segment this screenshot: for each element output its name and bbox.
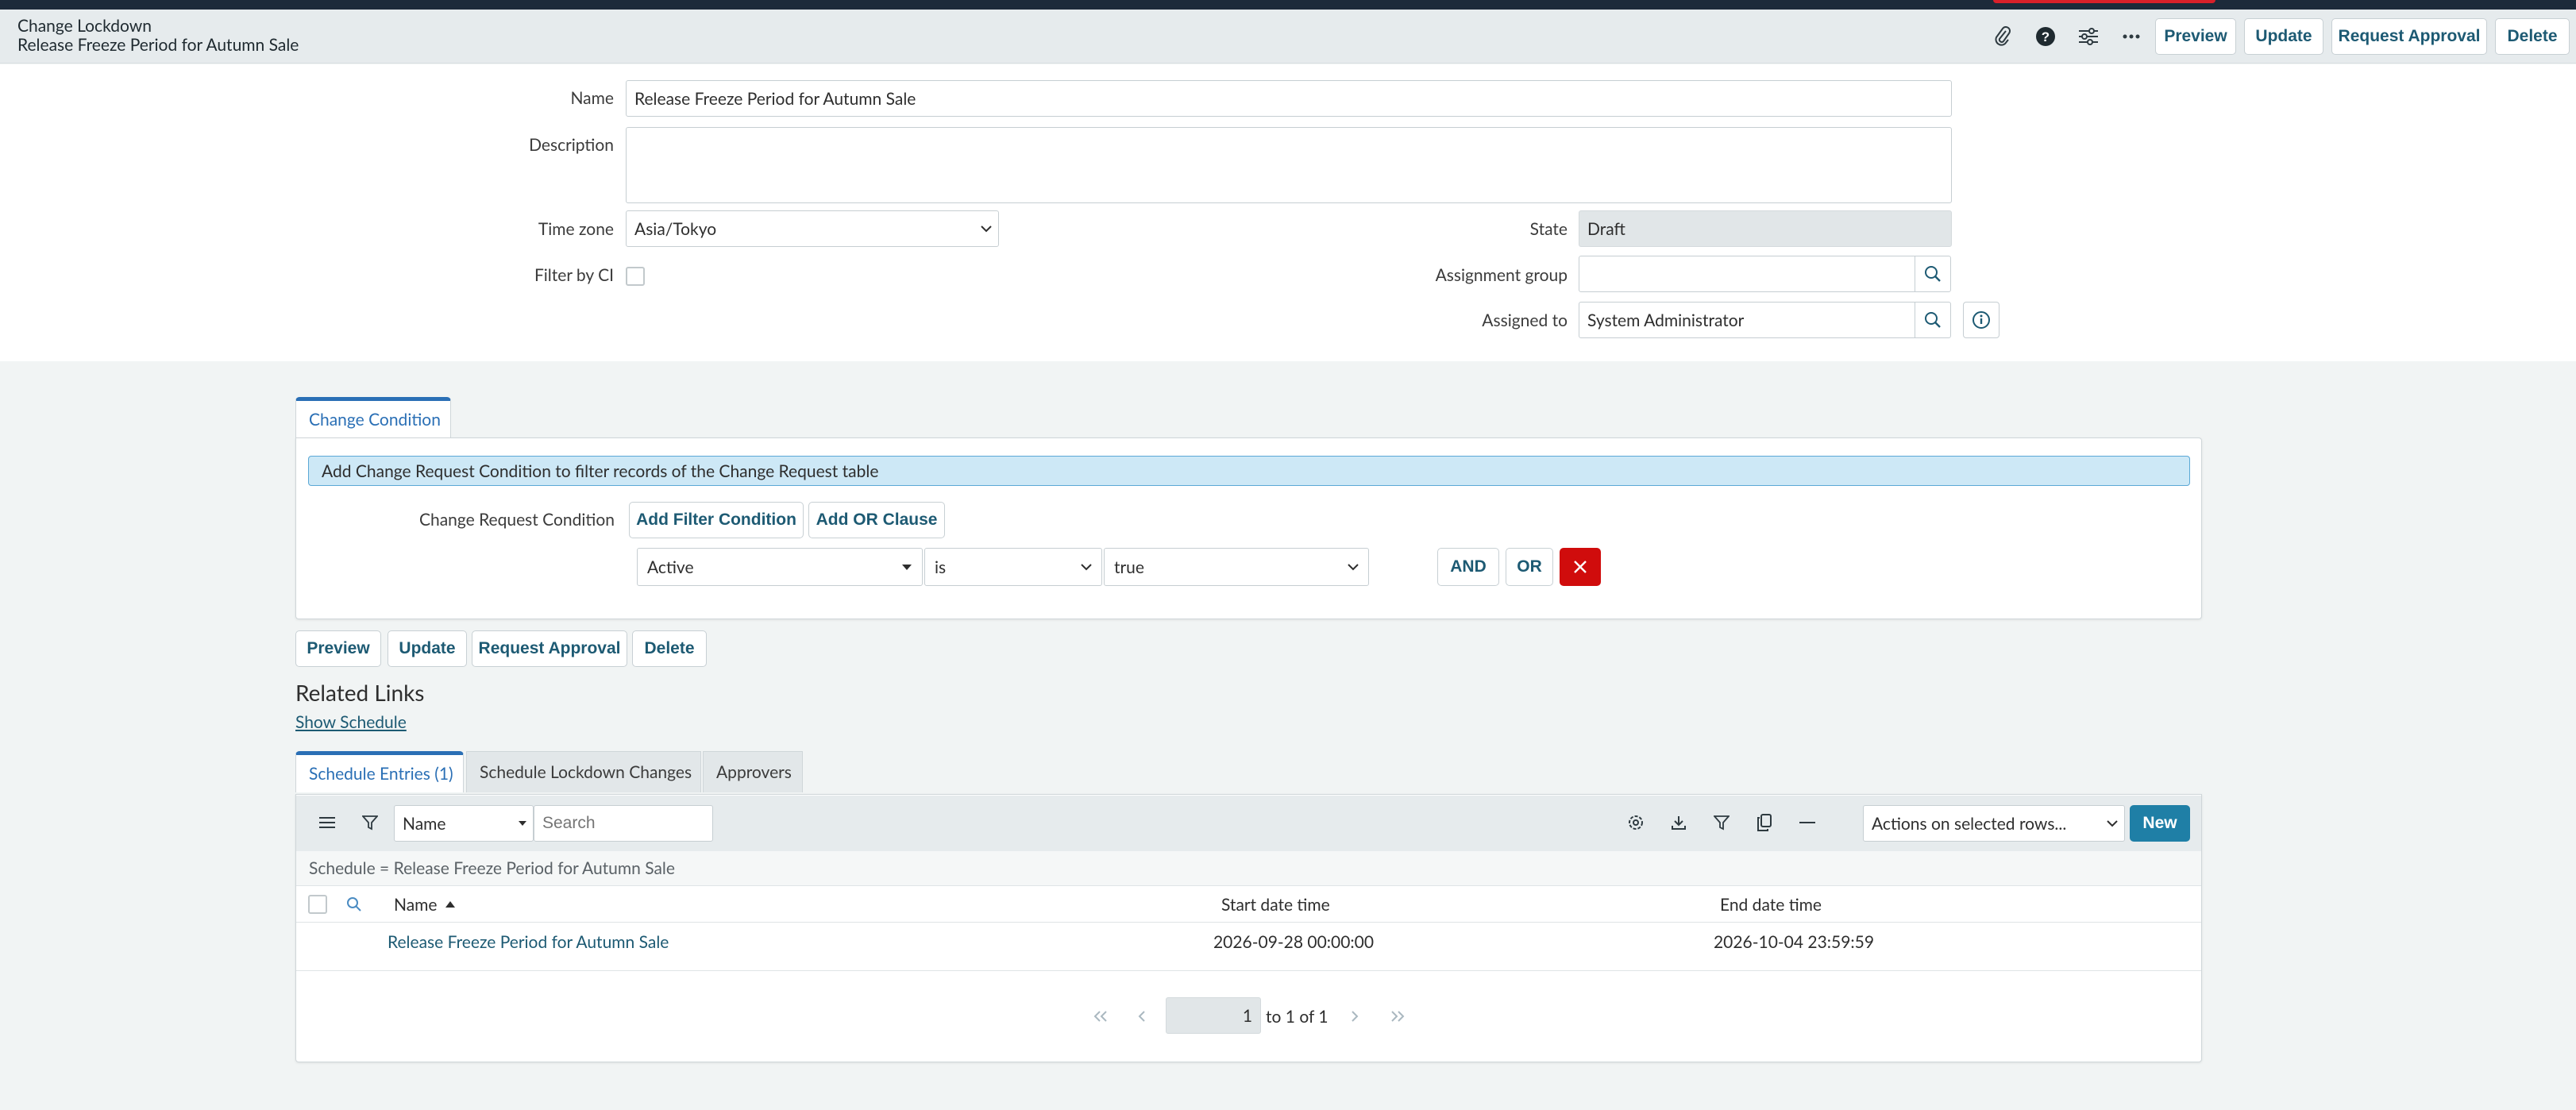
search-icon xyxy=(1925,266,1941,282)
filter-by-ci-checkbox[interactable] xyxy=(626,267,645,286)
list-menu-icon[interactable] xyxy=(313,808,341,837)
header-preview-button[interactable]: Preview xyxy=(2155,18,2236,55)
nav-accent-bar xyxy=(1993,0,2215,3)
or-button[interactable]: OR xyxy=(1506,548,1553,586)
actions-select[interactable]: Actions on selected rows... xyxy=(1863,805,2125,842)
row-divider xyxy=(296,970,2201,971)
assigned-to-lookup-button[interactable] xyxy=(1915,302,1951,338)
header-request-approval-button[interactable]: Request Approval xyxy=(2331,18,2487,55)
filter-icon[interactable] xyxy=(356,808,384,837)
header-update-button[interactable]: Update xyxy=(2244,18,2323,55)
state-label: State xyxy=(1529,219,1568,239)
caret-down-icon xyxy=(519,820,526,826)
chevron-down-icon xyxy=(981,225,992,233)
svg-text:?: ? xyxy=(2042,29,2050,44)
remove-condition-button[interactable] xyxy=(1560,548,1601,586)
description-label: Description xyxy=(529,135,614,155)
copy-icon[interactable] xyxy=(1750,808,1779,837)
condition-info-banner: Add Change Request Condition to filter r… xyxy=(308,456,2190,486)
delete-button[interactable]: Delete xyxy=(632,630,707,667)
tab-approvers[interactable]: Approvers xyxy=(703,751,803,792)
new-button[interactable]: New xyxy=(2130,805,2190,842)
header-delete-button[interactable]: Delete xyxy=(2495,18,2570,55)
name-field[interactable]: Release Freeze Period for Autumn Sale xyxy=(626,80,1952,117)
assignment-group-label: Assignment group xyxy=(1435,265,1568,285)
help-icon[interactable]: ? xyxy=(2031,22,2060,51)
search-field-value: Name xyxy=(403,813,446,834)
chevron-down-icon xyxy=(2107,820,2118,827)
list-settings-icon[interactable] xyxy=(1622,808,1650,837)
column-header-start[interactable]: Start date time xyxy=(1221,887,1330,922)
sort-ascending-icon xyxy=(445,901,455,908)
request-approval-button[interactable]: Request Approval xyxy=(472,630,627,667)
chevron-down-icon xyxy=(1081,564,1092,571)
change-request-condition-label: Change Request Condition xyxy=(418,510,615,530)
timezone-label: Time zone xyxy=(538,219,614,239)
column-search-icon[interactable] xyxy=(340,890,368,919)
close-icon xyxy=(1574,561,1587,573)
and-button[interactable]: AND xyxy=(1437,548,1499,586)
timezone-select[interactable]: Asia/Tokyo xyxy=(626,210,999,247)
paperclip-icon[interactable] xyxy=(1988,22,2017,51)
condition-operator-value: is xyxy=(935,557,947,577)
name-label: Name xyxy=(570,88,614,108)
page-number-input[interactable]: 1 xyxy=(1166,997,1261,1034)
previous-page-icon[interactable] xyxy=(1128,1002,1156,1031)
first-page-icon[interactable] xyxy=(1086,1002,1115,1031)
record-name-title: Release Freeze Period for Autumn Sale xyxy=(17,35,299,55)
add-filter-condition-button[interactable]: Add Filter Condition xyxy=(629,502,804,538)
tab-schedule-entries[interactable]: Schedule Entries (1) xyxy=(295,751,464,792)
download-icon[interactable] xyxy=(1664,808,1693,837)
list-search-input[interactable] xyxy=(534,805,713,842)
column-header-name[interactable]: Name xyxy=(394,887,455,922)
caret-down-icon xyxy=(902,564,912,570)
add-or-clause-button[interactable]: Add OR Clause xyxy=(808,502,945,538)
condition-value-value: true xyxy=(1114,557,1144,577)
chevron-down-icon xyxy=(1348,564,1359,571)
description-field[interactable] xyxy=(626,127,1952,203)
update-button[interactable]: Update xyxy=(388,630,467,667)
settings-sliders-icon[interactable] xyxy=(2074,22,2103,51)
assigned-to-label: Assigned to xyxy=(1482,310,1568,330)
related-links-title: Related Links xyxy=(295,679,425,706)
tab-change-condition[interactable]: Change Condition xyxy=(295,397,451,438)
column-header-end[interactable]: End date time xyxy=(1720,887,1822,922)
state-field: Draft xyxy=(1579,210,1952,247)
show-schedule-link[interactable]: Show Schedule xyxy=(295,712,407,732)
select-all-checkbox[interactable] xyxy=(308,895,327,914)
info-icon xyxy=(1972,311,1990,329)
form-header: Change Lockdown Release Freeze Period fo… xyxy=(0,10,2576,64)
next-page-icon[interactable] xyxy=(1340,1002,1369,1031)
assigned-to-field[interactable]: System Administrator xyxy=(1579,302,1915,338)
row-end-date: 2026-10-04 23:59:59 xyxy=(1714,932,1874,952)
condition-field-value: Active xyxy=(647,557,694,577)
top-nav-strip xyxy=(0,0,2576,10)
preview-button[interactable]: Preview xyxy=(295,630,381,667)
pager-text: to 1 of 1 xyxy=(1266,1007,1328,1027)
condition-operator-select[interactable]: is xyxy=(924,548,1102,586)
assigned-to-info-button[interactable] xyxy=(1963,302,1999,338)
search-field-select[interactable]: Name xyxy=(394,805,534,842)
assignment-group-lookup-button[interactable] xyxy=(1915,256,1951,292)
condition-value-select[interactable]: true xyxy=(1104,548,1369,586)
filter-breadcrumb[interactable]: Schedule = Release Freeze Period for Aut… xyxy=(296,851,2201,886)
last-page-icon[interactable] xyxy=(1383,1002,1412,1031)
timezone-value: Asia/Tokyo xyxy=(634,218,717,239)
row-name-link[interactable]: Release Freeze Period for Autumn Sale xyxy=(388,932,669,952)
filter-by-ci-label: Filter by CI xyxy=(534,265,614,285)
tab-schedule-lockdown-changes[interactable]: Schedule Lockdown Changes xyxy=(466,751,701,792)
more-icon[interactable] xyxy=(2117,22,2146,51)
condition-field-select[interactable]: Active xyxy=(637,548,923,586)
header-divider xyxy=(296,922,2201,923)
filter-toggle-icon[interactable] xyxy=(1707,808,1736,837)
column-header-name-label: Name xyxy=(394,894,438,915)
assignment-group-field[interactable] xyxy=(1579,256,1915,292)
search-icon xyxy=(1925,312,1941,328)
row-start-date: 2026-09-28 00:00:00 xyxy=(1213,932,1374,952)
actions-select-value: Actions on selected rows... xyxy=(1872,813,2067,834)
record-type-title: Change Lockdown xyxy=(17,16,152,36)
collapse-icon[interactable] xyxy=(1793,808,1822,837)
